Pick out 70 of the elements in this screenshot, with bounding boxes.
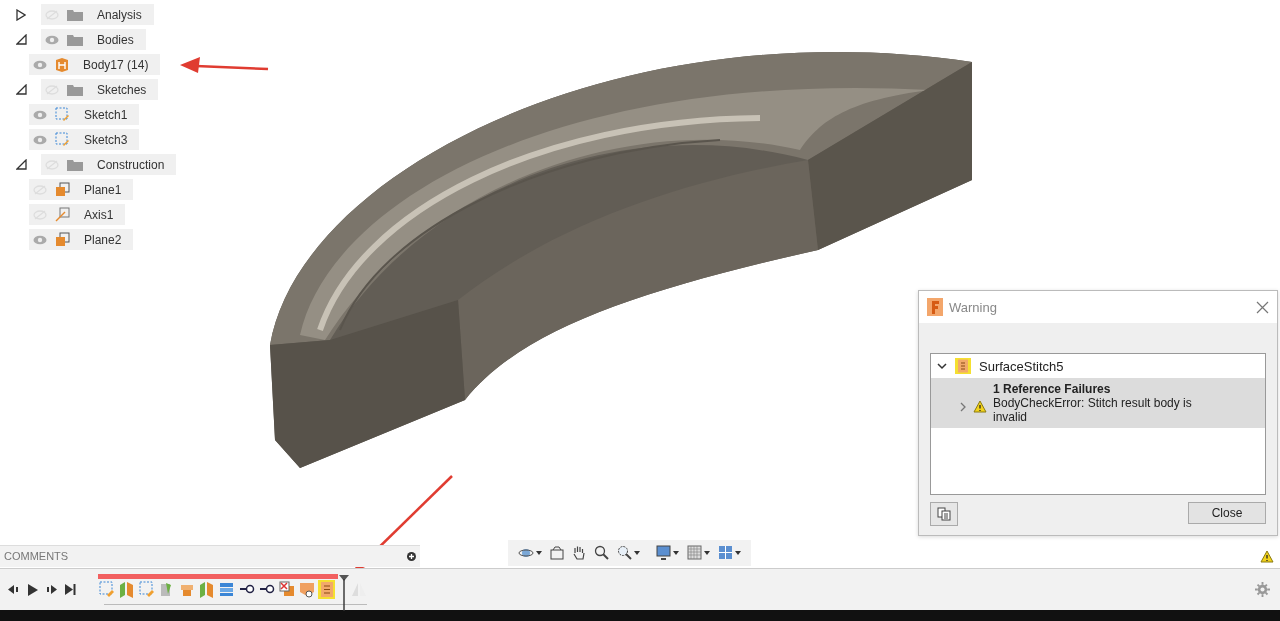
add-icon[interactable] <box>407 551 416 561</box>
close-icon[interactable] <box>1256 300 1269 314</box>
caret-icon[interactable] <box>634 550 640 555</box>
browser-folder[interactable]: Construction <box>41 154 177 175</box>
browser-item[interactable]: Plane1 <box>29 179 134 200</box>
collapse-triangle-icon[interactable] <box>15 34 27 45</box>
camera-icon[interactable] <box>550 545 564 560</box>
browser-folder[interactable]: Analysis <box>41 4 154 25</box>
caret-icon[interactable] <box>735 550 741 555</box>
warning-icon[interactable] <box>1260 550 1274 563</box>
timeline-combine-icon[interactable] <box>278 580 295 599</box>
failure-message: BodyCheckError: Stitch result body is invalid <box>993 396 1193 424</box>
hand-icon[interactable] <box>572 545 586 560</box>
display-icon[interactable] <box>656 545 671 560</box>
caret-icon[interactable] <box>704 550 710 555</box>
copy-button[interactable] <box>930 502 958 526</box>
browser-item[interactable]: Plane2 <box>29 229 134 250</box>
folder-icon <box>67 8 83 21</box>
app-logo-icon <box>927 298 943 316</box>
copy-icon <box>937 507 951 521</box>
settings-icon[interactable] <box>1255 582 1270 597</box>
item-label: Sketch3 <box>84 132 128 147</box>
browser-item[interactable]: Body17 (14) <box>29 54 161 75</box>
step-forward-icon[interactable] <box>46 583 57 595</box>
timeline-marker[interactable] <box>339 575 349 611</box>
item-label: Plane1 <box>84 182 122 197</box>
caret-icon[interactable] <box>673 550 679 555</box>
item-label: Sketches <box>97 82 147 97</box>
body-icon <box>55 57 69 72</box>
timeline-surface-icon[interactable] <box>198 580 215 599</box>
sketch-icon <box>55 107 70 122</box>
close-button[interactable]: Close <box>1188 502 1266 524</box>
browser-item[interactable]: Axis1 <box>29 204 126 225</box>
browser-item[interactable]: Sketch3 <box>29 129 140 150</box>
dialog-title: Warning <box>949 299 998 315</box>
plane-icon <box>55 232 70 247</box>
collapse-triangle-icon[interactable] <box>15 84 27 95</box>
folder-icon <box>67 33 83 46</box>
caret-icon[interactable] <box>536 550 542 555</box>
axis-icon <box>55 207 70 222</box>
feature-label[interactable]: SurfaceStitch5 <box>979 358 1064 374</box>
item-label: Construction <box>97 157 165 172</box>
browser-item[interactable]: Sketch1 <box>29 104 140 125</box>
item-label: Body17 (14) <box>83 57 149 72</box>
failure-heading: 1 Reference Failures <box>993 382 1112 396</box>
stitch-feature-icon <box>955 358 971 374</box>
item-label: Axis1 <box>84 207 114 222</box>
item-label: Plane2 <box>84 232 122 247</box>
expand-chevron-icon[interactable] <box>959 402 967 412</box>
zoom-window-icon[interactable] <box>617 545 632 560</box>
zoom-icon[interactable] <box>594 545 609 560</box>
sketch-icon <box>55 132 70 147</box>
step-back-icon[interactable] <box>8 583 19 595</box>
collapse-chevron-icon[interactable] <box>937 362 947 370</box>
browser-folder[interactable]: Bodies <box>41 29 146 50</box>
play-icon[interactable] <box>27 583 38 596</box>
folder-icon <box>67 83 83 96</box>
skip-to-end-icon[interactable] <box>65 583 76 595</box>
timeline-shell-icon[interactable] <box>298 580 315 599</box>
warning-icon <box>973 400 987 413</box>
collapse-triangle-icon[interactable] <box>15 159 27 170</box>
item-label: Bodies <box>97 32 134 47</box>
folder-icon <box>67 158 83 171</box>
item-label: Sketch1 <box>84 107 128 122</box>
comments-label: COMMENTS <box>4 550 69 562</box>
expand-triangle-icon[interactable] <box>16 8 26 21</box>
item-label: Analysis <box>97 7 142 22</box>
timeline-surface-icon[interactable] <box>118 580 135 599</box>
browser-folder[interactable]: Sketches <box>41 79 159 100</box>
plane-icon <box>55 182 70 197</box>
